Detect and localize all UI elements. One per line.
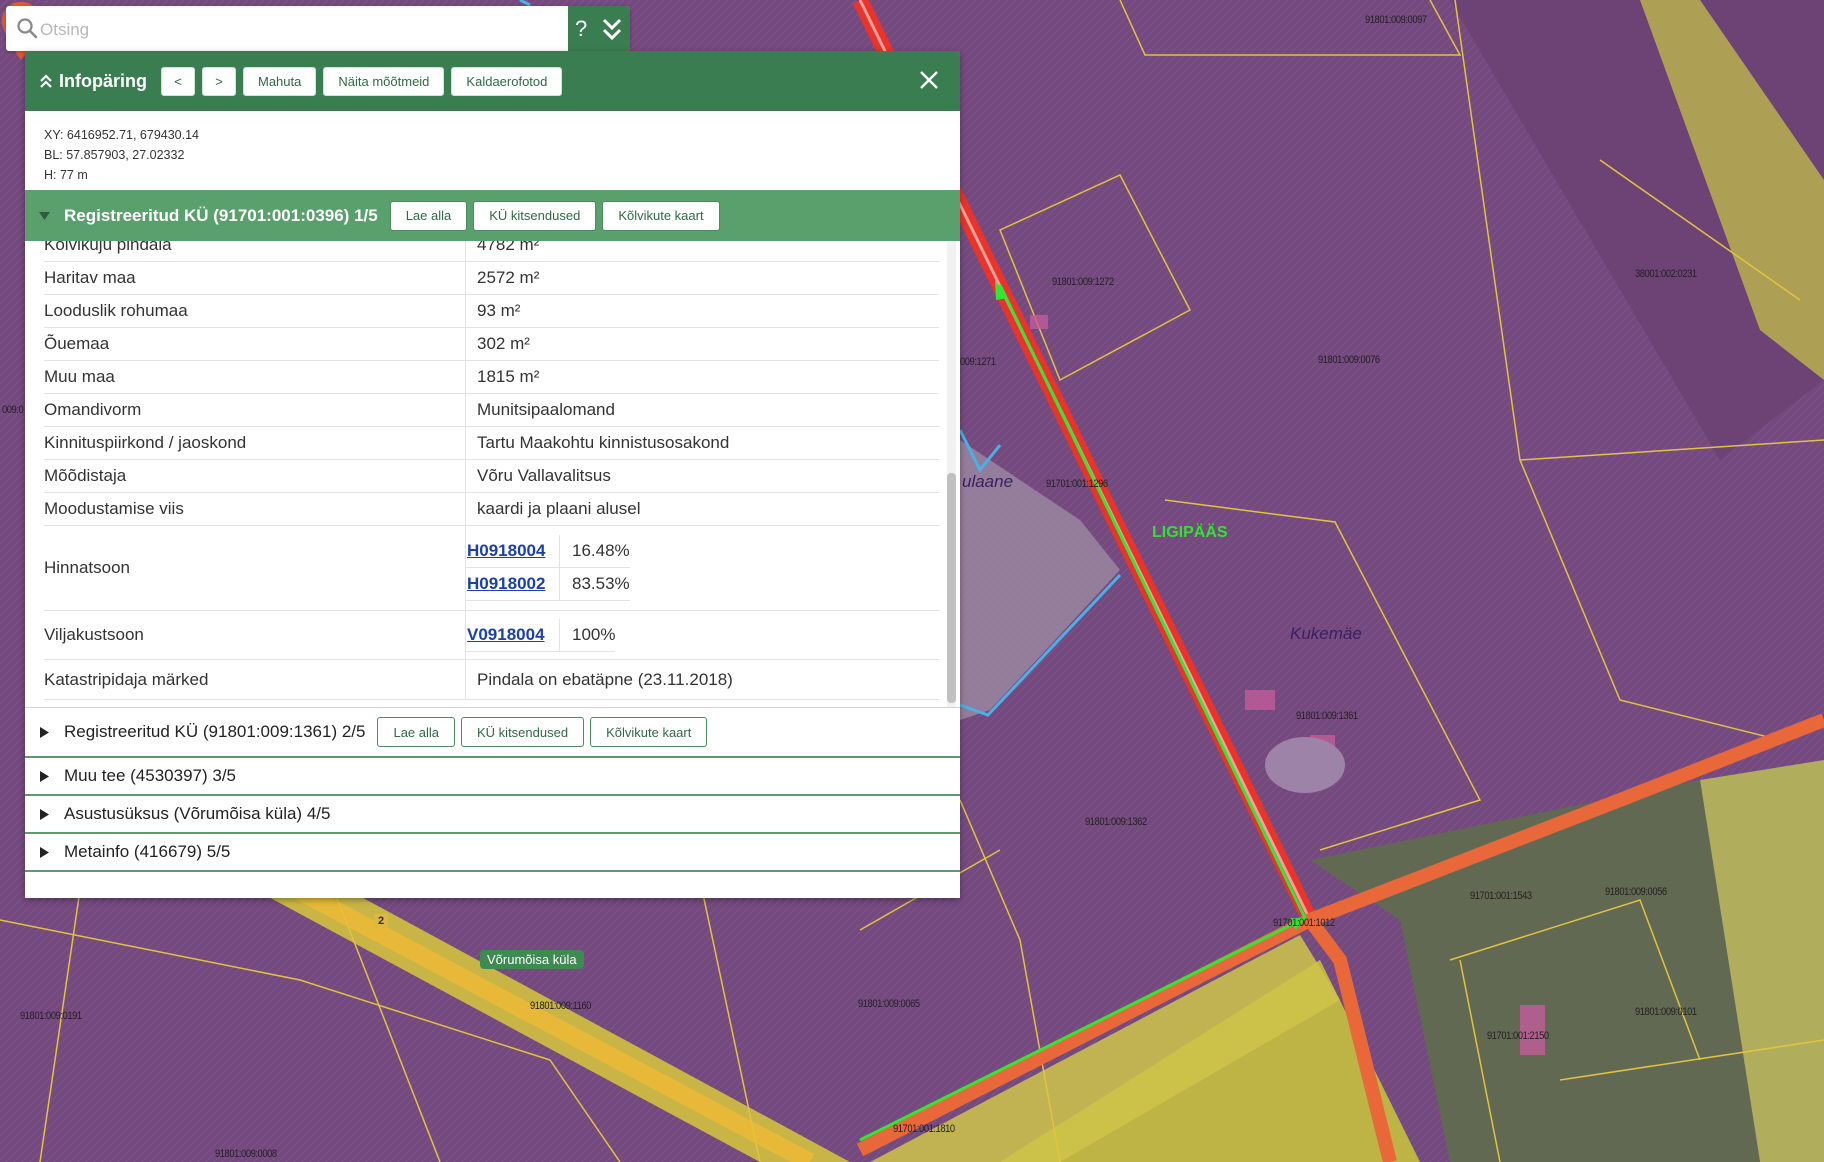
parcel-label: 91801:009:0191 [20,1010,82,1022]
triangle-right-icon [40,808,49,820]
parcel-label: 91801:009:0065 [858,998,920,1010]
section-parcel-2[interactable]: Registreeritud KÜ (91801:009:1361) 2/5 L… [25,707,960,758]
parcel-label: 38001:002:0231 [1635,268,1697,280]
attribute-table-scroll[interactable]: Kõlvikuju pindala 4782 m² Haritav maa 2572… [25,241,960,707]
double-chevron-down-icon[interactable] [601,16,623,42]
search-bar: ? [6,6,630,53]
parcel-label: 91801:009:1361 [1296,710,1358,722]
fit-button[interactable]: Mahuta [243,66,317,96]
parcel-label: 91801:009:1362 [1085,816,1147,828]
parcel-label: 91801:009:0101 [1635,1006,1697,1018]
restrictions-button[interactable]: KÜ kitsendused [473,200,597,231]
table-row: Viljakustsoon V0918004 100% [44,610,939,660]
table-row: Hinnatsoon H0918004 16.48% H0918002 83.53% [44,525,939,611]
table-row: Kõlvikuju pindala 4782 m² [44,241,939,262]
restrictions-button[interactable]: KÜ kitsendused [461,717,585,747]
parcel-label: 91801:009:0097 [1365,14,1427,26]
parcel-label: 91801:009:1272 [1052,276,1114,288]
xy-coordinates: XY: 6416952.71, 679430.14 [44,128,200,142]
fertility-zone-table: V0918004 100% [466,618,616,652]
table-row: Kinnituspiirkond / jaoskond Tartu Maakoht… [44,426,939,460]
panel-header: Infopäring < > Mahuta Näita mõõtmeid Kal… [25,51,960,111]
price-zone-link[interactable]: H0918004 [467,541,545,560]
close-icon[interactable] [918,69,940,91]
double-chevron-up-icon[interactable] [39,73,53,89]
search-input[interactable] [6,6,582,53]
triangle-right-icon [40,770,49,782]
parcel-label: 91801:009:0008 [215,1148,277,1160]
parcel-label: 91701:001:1543 [1470,890,1532,902]
section-title: Metainfo (416679) 5/5 [64,842,231,861]
section-title: Muu tee (4530397) 3/5 [64,766,237,785]
pond [1265,737,1345,793]
oblique-photos-button[interactable]: Kaldaerofotod [451,66,563,96]
scrollbar-thumb[interactable] [947,473,956,703]
section-metainfo[interactable]: Metainfo (416679) 5/5 [25,834,960,872]
section-title: Registreeritud KÜ (91701:001:0396) 1/5 [64,205,378,225]
info-panel: Infopäring < > Mahuta Näita mõõtmeid Kal… [25,51,960,898]
triangle-right-icon [40,846,49,858]
table-row: Õuemaa 302 m² [44,327,939,361]
table-row: Omandivorm Munitsipaalomand [44,393,939,427]
attribute-table: Kõlvikuju pindala 4782 m² Haritav maa 2572… [44,241,939,700]
table-row: Katastripidaja märked Pindala on ebatäpne… [44,659,939,700]
section-parcel-1[interactable]: Registreeritud KÜ (91701:001:0396) 1/5 L… [25,190,960,241]
triangle-down-icon [39,212,50,220]
parcel-label: 009:0 [2,404,24,416]
triangle-right-icon [40,726,49,738]
height-value: H: 77 m [44,168,88,182]
search-actions: ? [568,6,630,51]
help-button[interactable]: ? [575,16,587,42]
village-label: Võrumõisa küla [480,950,584,969]
section-title: Registreeritud KÜ (91801:009:1361) 2/5 [64,722,366,741]
prev-button[interactable]: < [161,66,195,96]
place-label-kukemae: Kukemäe [1290,624,1362,643]
access-label: LIGIPÄÄS [1152,524,1228,541]
download-button[interactable]: Lae alla [377,717,456,747]
parcel-label: 91801:009:0056 [1605,886,1667,898]
place-label-ulaane: ulaane [962,472,1014,491]
next-button[interactable]: > [202,66,236,96]
land-use-map-button[interactable]: Kõlvikute kaart [602,200,720,231]
parcel-label: 91701:001:1012 [1273,917,1335,929]
section-title: Asustusüksus (Võrumõisa küla) 4/5 [64,804,331,823]
show-measurements-button[interactable]: Näita mõõtmeid [323,66,445,96]
price-zone-link[interactable]: H0918002 [467,574,545,593]
parcel-label: 91801:009:1160 [530,1000,591,1012]
land-use-map-button[interactable]: Kõlvikute kaart [590,717,708,747]
parcel-label: 91801:009:0076 [1318,354,1380,366]
fertility-zone-link[interactable]: V0918004 [467,625,545,644]
parcel-label: 91701:001:1296 [1046,478,1108,490]
section-road[interactable]: Muu tee (4530397) 3/5 [25,758,960,796]
table-row: Muu maa 1815 m² [44,360,939,394]
download-button[interactable]: Lae alla [389,200,468,231]
search-icon [17,18,38,39]
parcel-label: 91701:001:1810 [893,1123,955,1135]
section-settlement[interactable]: Asustusüksus (Võrumõisa küla) 4/5 [25,796,960,834]
parcel-label: 009:1271 [960,356,996,368]
table-row: Looduslik rohumaa 93 m² [44,294,939,328]
bl-coordinates: BL: 57.857903, 27.02332 [44,148,185,162]
road-number: 2 [374,914,389,928]
table-row: Moodustamise viis kaardi ja plaani alusel [44,492,939,526]
coordinates-block: XY: 6416952.71, 679430.14 BL: 57.857903,… [25,111,960,190]
price-zone-table: H0918004 16.48% H0918002 83.53% [466,535,630,601]
panel-title: Infopäring [59,70,147,91]
table-row: Haritav maa 2572 m² [44,261,939,295]
table-row: Mõõdistaja Võru Vallavalitsus [44,459,939,493]
parcel-label: 91701:001:2150 [1487,1030,1549,1042]
